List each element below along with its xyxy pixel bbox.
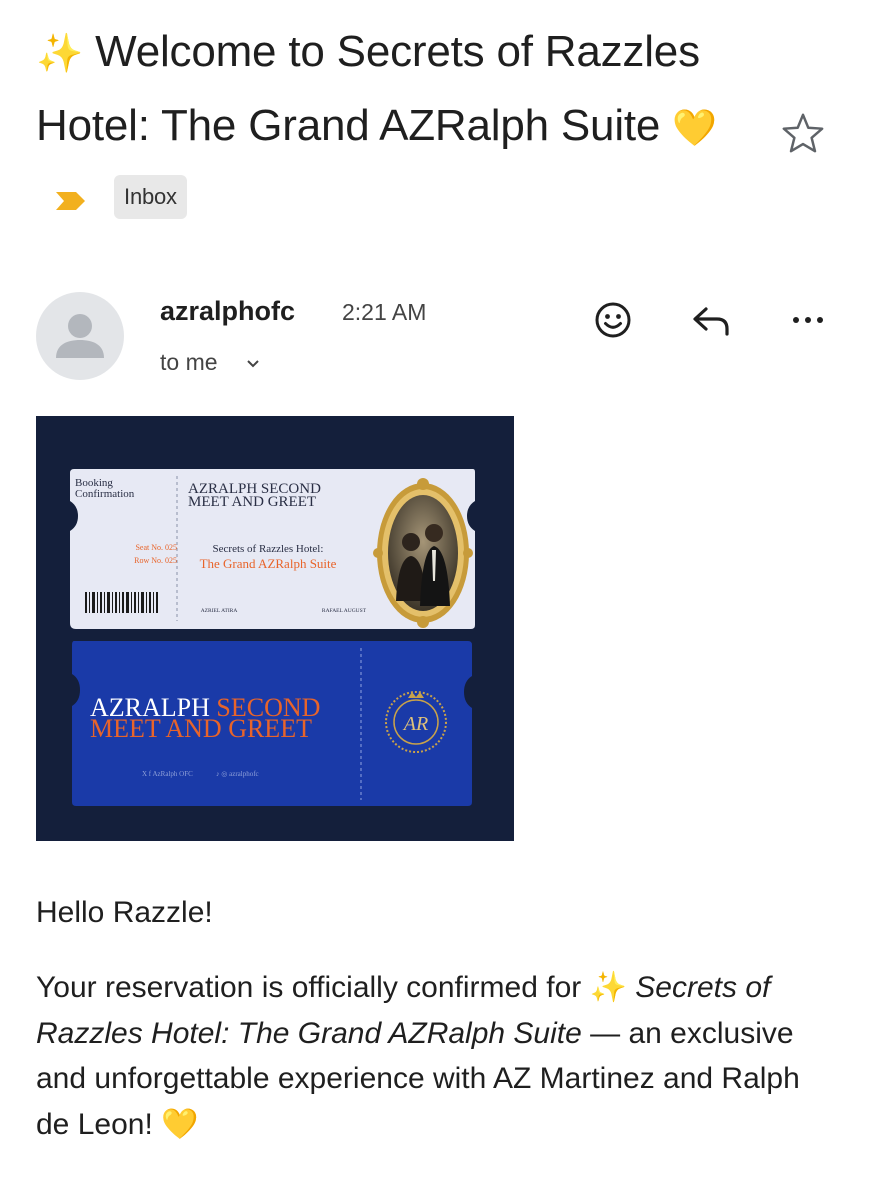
- label-important-icon[interactable]: [54, 189, 88, 213]
- social-handle-2: ♪ ◎ azralphofc: [216, 770, 259, 778]
- sender-avatar[interactable]: [36, 292, 124, 380]
- row-number: Row No. 025: [134, 556, 177, 565]
- subject-text: Welcome to Secrets of Razzles Hotel: The…: [36, 27, 700, 150]
- social-handle-1: X f AzRalph OFC: [142, 770, 193, 778]
- name-right: RAFAEL AUGUST: [322, 608, 367, 614]
- greeting-text: Hello Razzle!: [36, 896, 213, 929]
- reply-icon[interactable]: [689, 298, 733, 342]
- add-reaction-icon[interactable]: [591, 298, 635, 342]
- inbox-label-chip[interactable]: Inbox: [114, 175, 187, 220]
- booking-label-2: Confirmation: [75, 488, 135, 500]
- sent-time: 2:21 AM: [342, 299, 427, 325]
- star-icon[interactable]: [780, 110, 826, 156]
- recipient-label: to me: [160, 349, 218, 375]
- venue-line2: The Grand AZRalph Suite: [200, 556, 337, 571]
- more-options-icon[interactable]: [786, 298, 830, 342]
- ticket-graphic: Booking Confirmation Seat No. 025 Row No…: [36, 416, 514, 841]
- monogram-letters: AR: [402, 713, 428, 735]
- sender-name[interactable]: azralphofc: [160, 296, 295, 327]
- chevron-down-icon: [247, 360, 259, 368]
- sparkles-emoji: ✨: [36, 33, 84, 75]
- person-icon: [56, 314, 104, 358]
- yellow-heart-emoji: 💛: [161, 1107, 199, 1141]
- recipient-details[interactable]: to me: [160, 349, 260, 376]
- seat-number: Seat No. 025: [135, 543, 177, 552]
- paragraph-lead: Your reservation is officially confirmed…: [36, 971, 590, 1004]
- email-subject: ✨ Welcome to Secrets of Razzles Hotel: T…: [36, 16, 736, 234]
- reservation-paragraph: Your reservation is officially confirmed…: [36, 965, 826, 1147]
- stub-title-line2: MEET AND GREET: [90, 714, 312, 743]
- yellow-heart-emoji: 💛: [672, 107, 717, 148]
- sparkles-emoji: ✨: [589, 971, 627, 1004]
- ticket-image[interactable]: Booking Confirmation Seat No. 025 Row No…: [36, 416, 514, 841]
- event-title-line2: MEET AND GREET: [188, 494, 316, 510]
- name-left: AZRIEL ATIRA: [201, 608, 238, 614]
- venue-line1: Secrets of Razzles Hotel:: [213, 543, 324, 555]
